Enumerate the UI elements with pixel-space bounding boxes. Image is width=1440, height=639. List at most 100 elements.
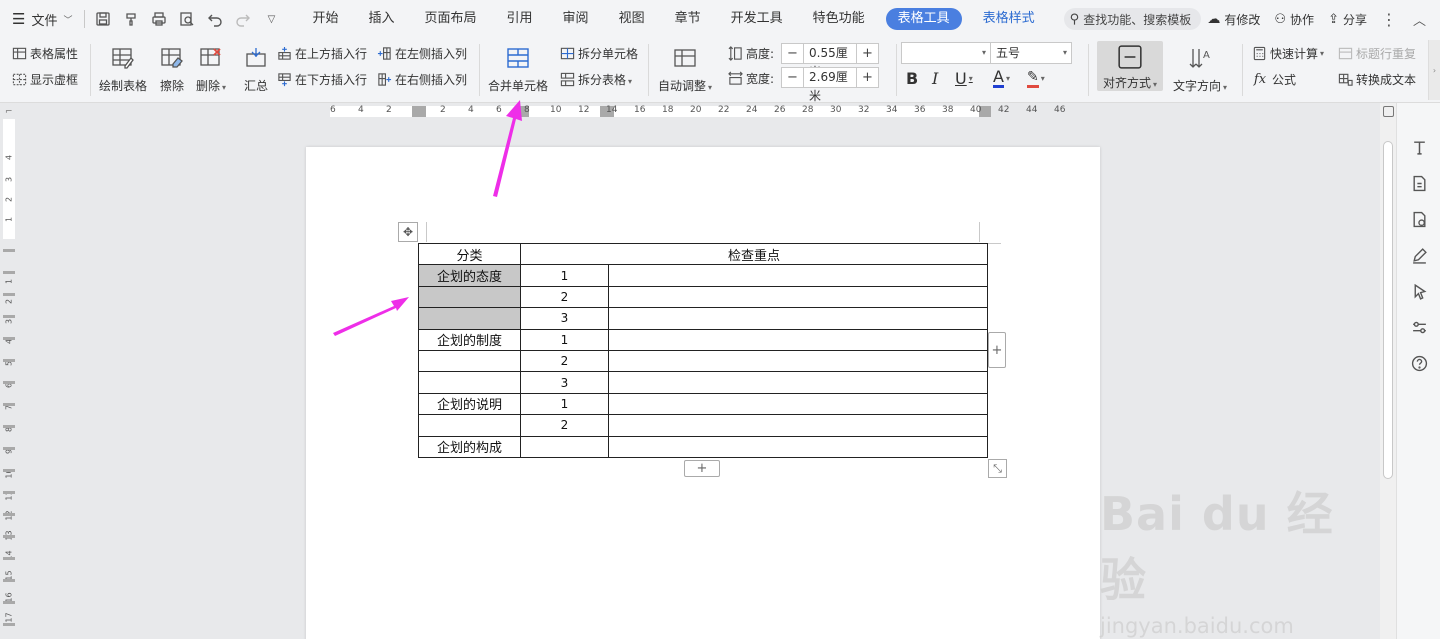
focus-detail-cell[interactable]	[608, 435, 988, 458]
category-cell[interactable]: 企划的说明	[418, 392, 521, 416]
item-number-cell[interactable]: 2	[520, 349, 609, 373]
focus-detail-cell[interactable]	[608, 414, 988, 437]
item-number-cell[interactable]: 1	[520, 328, 609, 351]
help-icon[interactable]	[1408, 352, 1430, 374]
font-family-select[interactable]: ▾	[901, 42, 991, 64]
decrease-height-button[interactable]: −	[782, 44, 803, 63]
insert-column-right-button[interactable]: 在右侧插入列	[376, 71, 467, 88]
horizontal-ruler[interactable]: ⌐ 6 4 2 2 4 6 8 10 12 14 16 18 20 22 24 26 28 30 32 34 36 38 4…	[0, 103, 1380, 119]
table-properties-button[interactable]: 表格属性	[11, 45, 78, 62]
tab-sections[interactable]: 章节	[660, 0, 716, 38]
item-number-cell[interactable]: 2	[520, 414, 609, 437]
split-cells-button[interactable]: 拆分单元格	[559, 45, 638, 62]
add-column-button[interactable]: +	[988, 332, 1006, 368]
underline-button[interactable]: U ▾	[955, 69, 973, 88]
select-pointer-icon[interactable]	[1408, 280, 1430, 302]
print-preview-icon[interactable]	[175, 7, 199, 31]
table-resize-handle[interactable]: ⤡	[988, 459, 1007, 478]
tab-home[interactable]: 开始	[297, 0, 353, 38]
summary-button[interactable]: 汇总	[242, 44, 270, 94]
item-number-cell[interactable]: 3	[520, 307, 609, 330]
item-number-cell[interactable]: 1	[520, 264, 609, 287]
scroll-top-icon[interactable]	[1383, 106, 1394, 117]
merge-cells-button[interactable]: 合并单元格	[488, 44, 548, 94]
tab-page-layout[interactable]: 页面布局	[410, 0, 492, 38]
header-cell-category[interactable]: 分类	[418, 242, 521, 266]
header-cell-focus[interactable]: 检查重点	[520, 242, 988, 266]
highlight-button[interactable]: ✎ ▾	[1027, 69, 1045, 88]
redo-icon[interactable]	[231, 7, 255, 31]
quick-calc-button[interactable]: 快速计算 ▾	[1251, 45, 1324, 62]
delete-button[interactable]: 删除 ▾	[196, 44, 226, 94]
row-height-stepper[interactable]: − 0.55厘米 +	[781, 43, 879, 79]
more-options-icon[interactable]: ⋮	[1381, 10, 1397, 29]
focus-detail-cell[interactable]	[608, 371, 988, 394]
convert-to-text-button[interactable]: 转换成文本	[1337, 71, 1416, 88]
text-style-icon[interactable]	[1408, 136, 1430, 158]
repeat-header-row-button[interactable]: 标题行重复	[1337, 45, 1416, 62]
ruler-margin-marker[interactable]	[412, 106, 426, 117]
sliders-icon[interactable]	[1408, 316, 1430, 338]
item-number-cell[interactable]: 3	[520, 371, 609, 394]
decrease-width-button[interactable]: −	[782, 68, 803, 87]
tab-stop-selector[interactable]: ⌐	[5, 107, 13, 117]
table-move-handle[interactable]: ✥	[398, 222, 418, 242]
pen-icon[interactable]	[1408, 244, 1430, 266]
category-cell[interactable]: 企划的构成	[418, 435, 521, 458]
has-changes-button[interactable]: ☁ 有修改	[1207, 11, 1260, 28]
category-cell[interactable]	[418, 349, 521, 373]
auto-fit-button[interactable]: 自动调整 ▾	[658, 44, 712, 94]
focus-detail-cell[interactable]	[608, 264, 988, 287]
document-table[interactable]: 分类 检查重点 企划的态度 1 2 3 企划的制度 1 2 3 企划的说明 1 2 企划的构成	[418, 242, 988, 458]
item-number-cell[interactable]: 2	[520, 285, 609, 309]
add-row-button[interactable]: +	[684, 460, 720, 477]
tab-table-style[interactable]: 表格样式	[968, 0, 1050, 38]
focus-detail-cell[interactable]	[608, 392, 988, 416]
category-cell[interactable]	[418, 414, 521, 437]
save-icon[interactable]	[91, 7, 115, 31]
format-painter-icon[interactable]	[119, 7, 143, 31]
category-cell[interactable]: 企划的制度	[418, 328, 521, 351]
insert-column-left-button[interactable]: 在左侧插入列	[376, 45, 467, 62]
scrollbar-thumb[interactable]	[1383, 141, 1393, 479]
tab-developer[interactable]: 开发工具	[716, 0, 798, 38]
tab-references[interactable]: 引用	[492, 0, 548, 38]
tab-insert[interactable]: 插入	[354, 0, 410, 38]
item-number-cell[interactable]: 1	[520, 392, 609, 416]
tab-table-tools[interactable]: 表格工具	[885, 8, 962, 30]
tab-special-features[interactable]: 特色功能	[798, 0, 880, 38]
category-cell[interactable]: 企划的态度	[418, 264, 521, 287]
show-gridlines-button[interactable]: 显示虚框	[11, 71, 78, 88]
bold-button[interactable]: B	[906, 69, 918, 88]
document-settings-icon[interactable]	[1408, 208, 1430, 230]
vertical-ruler[interactable]: 43211234567891011121314151617	[0, 119, 18, 639]
formula-button[interactable]: fx 公式	[1251, 71, 1296, 88]
collapse-ribbon-icon[interactable]: ︿	[1413, 10, 1426, 29]
column-width-stepper[interactable]: − 2.69厘米 +	[781, 67, 879, 103]
row-height-value[interactable]: 0.55厘米	[803, 44, 857, 79]
item-number-cell[interactable]	[520, 435, 609, 458]
font-color-button[interactable]: A ▾	[993, 69, 1010, 88]
focus-detail-cell[interactable]	[608, 285, 988, 309]
category-cell[interactable]	[418, 371, 521, 394]
category-cell[interactable]	[418, 307, 521, 330]
focus-detail-cell[interactable]	[608, 349, 988, 373]
focus-detail-cell[interactable]	[608, 307, 988, 330]
print-icon[interactable]	[147, 7, 171, 31]
erase-button[interactable]: 擦除	[158, 44, 186, 94]
draw-table-button[interactable]: 绘制表格	[99, 44, 147, 94]
tab-view[interactable]: 视图	[604, 0, 660, 38]
insert-row-above-button[interactable]: 在上方插入行	[276, 45, 367, 62]
category-cell[interactable]	[418, 285, 521, 309]
customize-toolbar-icon[interactable]: ▽	[259, 7, 283, 31]
share-button[interactable]: ⇪ 分享	[1328, 11, 1367, 28]
text-direction-button[interactable]: A 文字方向 ▾	[1173, 44, 1227, 94]
file-menu-button[interactable]: ☰ 文件 ﹀	[0, 0, 80, 38]
document-icon[interactable]	[1408, 172, 1430, 194]
increase-width-button[interactable]: +	[857, 68, 878, 87]
vertical-scrollbar[interactable]	[1380, 103, 1396, 639]
collaborate-button[interactable]: ⚇ 协作	[1274, 11, 1314, 28]
increase-height-button[interactable]: +	[857, 44, 878, 63]
split-table-button[interactable]: 拆分表格 ▾	[559, 71, 632, 88]
font-size-select[interactable]: 五号 ▾	[990, 42, 1072, 64]
